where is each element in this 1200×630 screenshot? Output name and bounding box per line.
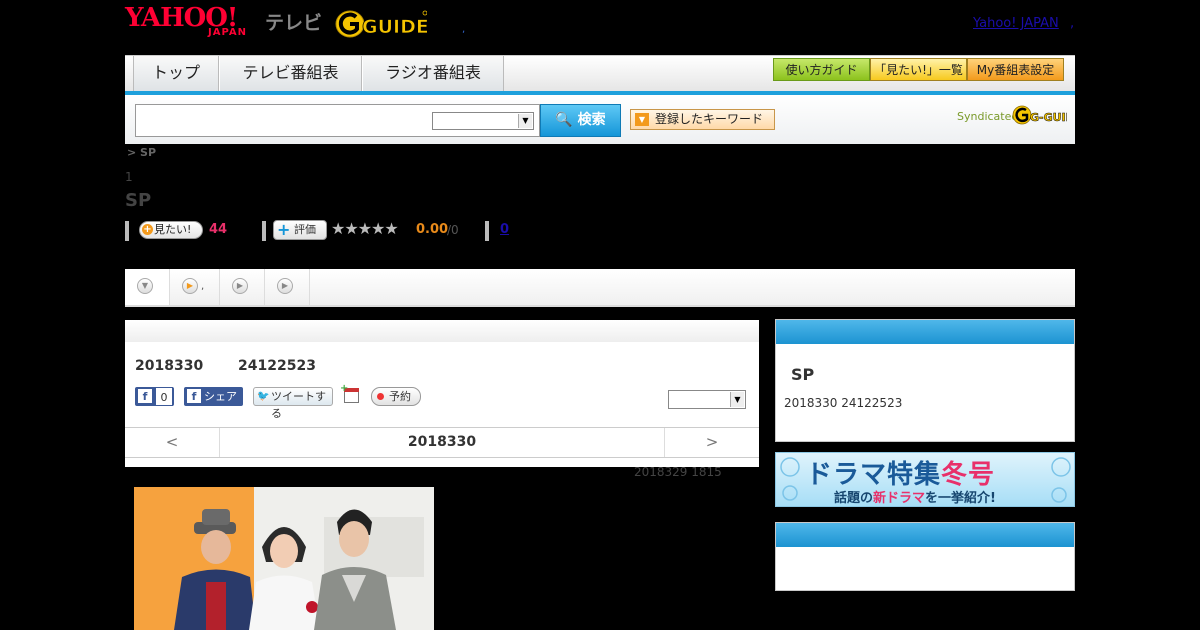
search-button-label: 検索: [577, 112, 606, 128]
divider-bar: [262, 221, 266, 241]
plus-icon: +: [277, 220, 291, 239]
header-separator: ,: [462, 24, 466, 35]
current-date: 2018330: [407, 434, 477, 450]
banner-headline: ドラマ特集冬号: [806, 454, 995, 491]
sub-tab-4[interactable]: ▶: [265, 269, 310, 305]
yahoo-japan-link[interactable]: Yahoo! JAPAN: [973, 16, 1059, 31]
broadcast-info-panel: 2018330 24122523 f 0 f シェア 🐦 ツイートする + 予約…: [125, 320, 759, 467]
tweet-button-label: ツイートする: [271, 390, 326, 420]
dropdown-arrow-icon: ▼: [518, 114, 532, 128]
sub-tab-2[interactable]: ▶ ,: [170, 269, 220, 305]
banner-subline: 話題の新ドラマを一挙紹介!: [834, 487, 996, 506]
rating-button-label: 評価: [294, 223, 316, 236]
program-photo: [134, 487, 434, 630]
tv-logo[interactable]: テレビ: [265, 8, 322, 35]
facebook-like-count: 0: [155, 387, 173, 406]
side-program-title: SP: [791, 365, 815, 384]
banner-subline-accent: 新ドラマ: [873, 491, 926, 506]
svg-text:GUIDE: GUIDE: [362, 16, 427, 38]
broadcast-time: 24122523: [238, 358, 316, 374]
region-select[interactable]: ▼: [668, 390, 746, 409]
episode-number: 1: [125, 170, 133, 184]
registered-keywords-button[interactable]: ▼ 登録したキーワード: [630, 109, 775, 130]
next-date-button[interactable]: >: [664, 428, 759, 457]
sub-tab-bar: ▼ ▶ , ▶ ▶: [125, 269, 1075, 307]
banner-headline-main: ドラマ特集: [806, 460, 942, 490]
mitai-button[interactable]: + 見たい!: [139, 221, 203, 239]
play-icon: ▶: [182, 278, 198, 294]
panel-header: [125, 320, 759, 342]
yahoo-japan-logo-text: JAPAN: [208, 27, 247, 38]
last-updated: 2018329 1815: [634, 465, 722, 479]
syndicated-gguide-logo: G-GUIDE: [1012, 105, 1067, 125]
side-box-2-header: [776, 523, 1074, 547]
tab-top[interactable]: トップ: [133, 56, 219, 91]
chevron-down-icon: ▼: [137, 278, 153, 294]
svg-text:G-GUIDE: G-GUIDE: [1030, 111, 1067, 124]
rating-count: /0: [447, 223, 459, 237]
sub-tab-3[interactable]: ▶: [220, 269, 265, 305]
main-nav: トップ テレビ番組表 ラジオ番組表 使い方ガイド 「見たい!」一覧 My番組表設…: [125, 55, 1075, 91]
previous-date-button[interactable]: <: [125, 428, 220, 457]
side-box-header: [776, 320, 1074, 344]
star-rating: ★★★★★: [331, 219, 399, 238]
sub-tab-2-label: ,: [201, 281, 205, 292]
banner-subline-1: 話題の: [834, 491, 874, 506]
play-icon: ▶: [232, 278, 248, 294]
review-count-link[interactable]: 0: [500, 222, 509, 237]
tab-radio-listings[interactable]: ラジオ番組表: [362, 56, 504, 91]
reserve-record-button[interactable]: 予約: [371, 387, 421, 406]
search-category-select[interactable]: ▼: [432, 112, 534, 130]
facebook-share-button[interactable]: f シェア: [184, 387, 243, 406]
gguide-logo[interactable]: GUIDE: [335, 8, 427, 40]
search-icon: 🔍: [555, 112, 573, 128]
search-button[interactable]: 🔍 検索: [540, 104, 621, 137]
my-listings-settings-button[interactable]: My番組表設定: [967, 58, 1064, 81]
dropdown-arrow-icon: ▼: [730, 392, 744, 407]
page: YAHOO! JAPAN テレビ GUIDE , Yahoo! JAPAN , …: [0, 0, 1200, 630]
date-navigation: < 2018330 >: [125, 427, 759, 458]
usage-guide-button[interactable]: 使い方ガイド: [773, 58, 870, 81]
side-box-2: [775, 522, 1075, 591]
search-area: ▼ 🔍 検索 ▼ 登録したキーワード Syndicated G-GUIDE: [125, 95, 1075, 144]
facebook-icon: f: [138, 389, 152, 403]
tweet-button[interactable]: 🐦 ツイートする: [253, 387, 333, 420]
facebook-share-label: シェア: [204, 390, 237, 403]
reserve-label: 予約: [389, 390, 411, 403]
twitter-icon: 🐦: [257, 391, 270, 402]
rating-button[interactable]: + 評価: [273, 220, 327, 240]
header-separator-2: ,: [1070, 16, 1075, 31]
sub-tab-1[interactable]: ▼: [125, 269, 170, 305]
rating-score: 0.00: [416, 222, 449, 237]
divider-bar: [125, 221, 129, 241]
side-program-meta: 2018330 24122523: [784, 396, 903, 410]
plus-icon: +: [340, 383, 349, 394]
dropdown-arrow-icon: ▼: [635, 113, 649, 126]
drama-feature-banner[interactable]: ドラマ特集冬号 話題の新ドラマを一挙紹介!: [775, 452, 1075, 507]
play-icon: ▶: [277, 278, 293, 294]
program-summary-box: SP 2018330 24122523: [775, 319, 1075, 442]
facebook-like-button[interactable]: f 0: [135, 387, 174, 406]
banner-headline-accent: 冬号: [941, 460, 996, 490]
broadcast-date: 2018330: [135, 358, 204, 374]
banner-subline-2: を一挙紹介!: [925, 491, 996, 506]
program-title: SP: [125, 190, 152, 211]
mitai-count: 44: [209, 222, 228, 237]
mitai-button-label: 見たい!: [154, 223, 192, 236]
plus-icon: +: [142, 224, 153, 235]
divider-bar: [485, 221, 489, 241]
facebook-icon: f: [187, 389, 201, 403]
calendar-add-icon[interactable]: +: [340, 383, 359, 403]
tab-tv-listings[interactable]: テレビ番組表: [219, 56, 362, 91]
registered-keywords-label: 登録したキーワード: [655, 112, 764, 126]
mitai-list-button[interactable]: 「見たい!」一覧: [870, 58, 967, 81]
record-icon: [377, 393, 384, 400]
breadcrumb[interactable]: > SP: [127, 146, 156, 159]
syndicated-text: Syndicated: [957, 110, 1019, 123]
